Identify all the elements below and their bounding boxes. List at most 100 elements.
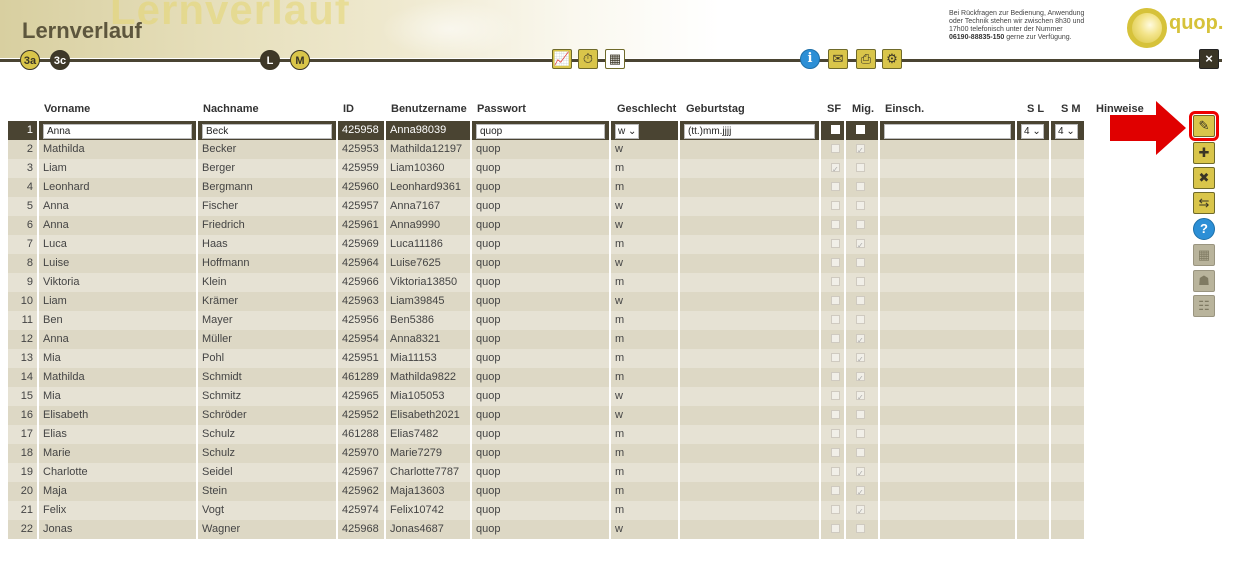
mig-checkbox[interactable] <box>856 124 865 134</box>
table-row[interactable]: 11 Ben Mayer 425956 Ben5386 quop m <box>8 311 1090 330</box>
mig-checkbox[interactable] <box>856 181 865 191</box>
col-header-nachname[interactable]: Nachname <box>203 103 259 115</box>
sf-checkbox[interactable] <box>831 523 840 533</box>
mig-checkbox[interactable] <box>856 409 865 419</box>
edit-student-icon[interactable]: ✎ <box>1189 111 1219 141</box>
table-row[interactable]: 17 Elias Schulz 461288 Elias7482 quop m <box>8 425 1090 444</box>
mig-checkbox[interactable] <box>856 314 865 324</box>
sf-checkbox[interactable] <box>831 428 840 438</box>
mig-checkbox[interactable] <box>856 502 865 520</box>
col-header-sl[interactable]: S L <box>1027 103 1044 115</box>
col-header-einsch[interactable]: Einsch. <box>885 103 924 115</box>
sf-checkbox[interactable] <box>831 219 840 229</box>
info-icon[interactable]: i <box>800 49 820 69</box>
col-header-sf[interactable]: SF <box>827 103 841 115</box>
sf-checkbox[interactable] <box>831 409 840 419</box>
mig-checkbox[interactable] <box>856 523 865 533</box>
table-row[interactable]: 2 Mathilda Becker 425953 Mathilda12197 quop w <box>8 140 1090 159</box>
table-row[interactable]: 9 Viktoria Klein 425966 Viktoria13850 quop m <box>8 273 1090 292</box>
table-row[interactable]: 13 Mia Pohl 425951 Mia11153 quop m <box>8 349 1090 368</box>
mig-checkbox[interactable] <box>856 447 865 457</box>
sf-checkbox[interactable] <box>831 143 840 153</box>
sf-checkbox[interactable] <box>831 181 840 191</box>
move-student-icon[interactable]: ⇆ <box>1193 192 1215 214</box>
group-icon[interactable]: ☗ <box>1193 270 1215 292</box>
gender-select[interactable]: w ⌄ <box>615 123 640 139</box>
sf-checkbox[interactable] <box>831 200 840 210</box>
col-header-sm[interactable]: S M <box>1061 103 1081 115</box>
table-row[interactable]: 19 Charlotte Seidel 425967 Charlotte7787 quop… <box>8 463 1090 482</box>
sf-checkbox[interactable] <box>831 371 840 381</box>
col-header-benutzername[interactable]: Benutzername <box>391 103 467 115</box>
table-row[interactable]: 4 Leonhard Bergmann 425960 Leonhard9361 quop m <box>8 178 1090 197</box>
sf-checkbox[interactable] <box>831 276 840 286</box>
mig-checkbox[interactable] <box>856 257 865 267</box>
chart-icon[interactable]: 📈 <box>552 49 572 69</box>
mig-checkbox[interactable] <box>856 369 865 387</box>
add-student-icon[interactable]: ✚ <box>1193 142 1215 164</box>
geb-input[interactable]: (tt.)mm.jjjj <box>684 123 815 139</box>
sf-checkbox[interactable] <box>831 295 840 305</box>
sf-checkbox[interactable] <box>831 257 840 267</box>
qr-code-icon[interactable]: ▦ <box>1193 244 1215 266</box>
table-row[interactable]: 6 Anna Friedrich 425961 Anna9990 quop w <box>8 216 1090 235</box>
sf-checkbox[interactable] <box>831 390 840 400</box>
col-header-geburtstag[interactable]: Geburtstag <box>686 103 745 115</box>
mig-checkbox[interactable] <box>856 141 865 159</box>
class-tab-3a[interactable]: 3a <box>20 50 40 70</box>
sf-checkbox[interactable] <box>831 333 840 343</box>
settings-icon[interactable]: ⚙ <box>882 49 902 69</box>
table-row[interactable]: 5 Anna Fischer 425957 Anna7167 quop w <box>8 197 1090 216</box>
table-row[interactable]: 22 Jonas Wagner 425968 Jonas4687 quop w <box>8 520 1090 539</box>
mig-checkbox[interactable] <box>856 236 865 254</box>
sl-select[interactable]: 4 ⌄ <box>1021 123 1044 139</box>
einsch-input[interactable] <box>884 123 1011 139</box>
table-row[interactable]: 18 Marie Schulz 425970 Marie7279 quop m <box>8 444 1090 463</box>
sf-checkbox[interactable] <box>831 238 840 248</box>
sf-checkbox[interactable] <box>831 314 840 324</box>
mig-checkbox[interactable] <box>856 428 865 438</box>
sf-checkbox[interactable] <box>831 352 840 362</box>
mig-checkbox[interactable] <box>856 219 865 229</box>
table-row-selected[interactable]: 1 Anna Beck 425958 Anna98039 quop w ⌄ (tt.)mm.j… <box>8 121 1090 140</box>
table-row[interactable]: 10 Liam Krämer 425963 Liam39845 quop w <box>8 292 1090 311</box>
sf-checkbox[interactable] <box>831 160 840 178</box>
col-header-passwort[interactable]: Passwort <box>477 103 526 115</box>
table-row[interactable]: 16 Elisabeth Schröder 425952 Elisabeth2021 qu… <box>8 406 1090 425</box>
table-row[interactable]: 21 Felix Vogt 425974 Felix10742 quop m <box>8 501 1090 520</box>
close-icon[interactable]: × <box>1199 49 1219 69</box>
table-row[interactable]: 15 Mia Schmitz 425965 Mia105053 quop w <box>8 387 1090 406</box>
mig-checkbox[interactable] <box>856 350 865 368</box>
sf-checkbox[interactable] <box>831 504 840 514</box>
sf-checkbox[interactable] <box>831 124 840 134</box>
group-settings-icon[interactable]: ☷ <box>1193 295 1215 317</box>
mig-checkbox[interactable] <box>856 331 865 349</box>
calendar-icon[interactable]: ▦ <box>605 49 625 69</box>
mode-tab-m[interactable]: M <box>290 50 310 70</box>
table-row[interactable]: 12 Anna Müller 425954 Anna8321 quop m <box>8 330 1090 349</box>
nachname-input[interactable]: Beck <box>202 123 332 139</box>
sf-checkbox[interactable] <box>831 466 840 476</box>
table-row[interactable]: 14 Mathilda Schmidt 461289 Mathilda9822 quop m <box>8 368 1090 387</box>
print-icon[interactable]: ⎙ <box>856 49 876 69</box>
time-settings-icon[interactable]: ⏱ <box>578 49 598 69</box>
sf-checkbox[interactable] <box>831 447 840 457</box>
col-header-id[interactable]: ID <box>343 103 354 115</box>
col-header-mig[interactable]: Mig. <box>852 103 874 115</box>
sm-select[interactable]: 4 ⌄ <box>1055 123 1078 139</box>
table-row[interactable]: 3 Liam Berger 425959 Liam10360 quop m <box>8 159 1090 178</box>
mig-checkbox[interactable] <box>856 388 865 406</box>
sf-checkbox[interactable] <box>831 485 840 495</box>
help-icon[interactable]: ? <box>1193 218 1215 240</box>
mig-checkbox[interactable] <box>856 483 865 501</box>
mig-checkbox[interactable] <box>856 276 865 286</box>
remove-student-icon[interactable]: ✖ <box>1193 167 1215 189</box>
vorname-input[interactable]: Anna <box>43 123 192 139</box>
table-row[interactable]: 20 Maja Stein 425962 Maja13603 quop m <box>8 482 1090 501</box>
mig-checkbox[interactable] <box>856 162 865 172</box>
mig-checkbox[interactable] <box>856 464 865 482</box>
mig-checkbox[interactable] <box>856 200 865 210</box>
table-row[interactable]: 7 Luca Haas 425969 Luca11186 quop m <box>8 235 1090 254</box>
mig-checkbox[interactable] <box>856 295 865 305</box>
col-header-vorname[interactable]: Vorname <box>44 103 90 115</box>
